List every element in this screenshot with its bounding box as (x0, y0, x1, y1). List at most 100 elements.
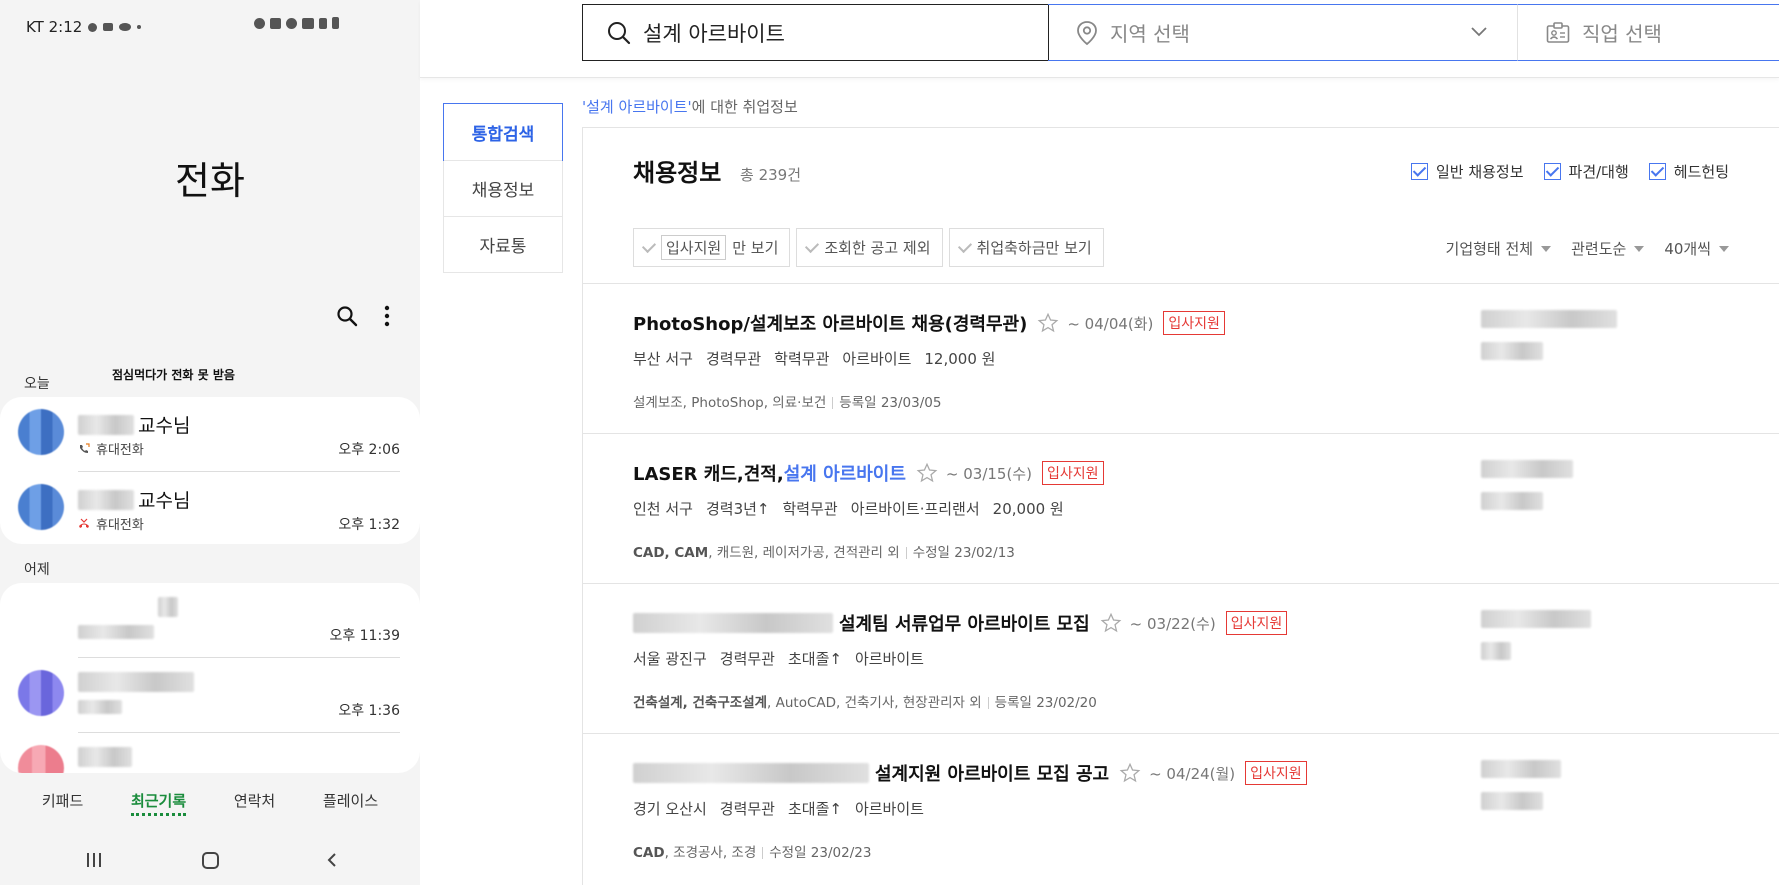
apply-badge[interactable]: 입사지원 (1041, 461, 1104, 485)
status-time: KT 2:12 (26, 18, 83, 36)
id-card-icon (1546, 21, 1570, 43)
call-log-item[interactable] (0, 733, 420, 773)
star-icon[interactable] (1037, 312, 1059, 334)
blurred-name (78, 672, 194, 692)
job-title[interactable]: PhotoShop/설계보조 아르바이트 채용(경력무관) (633, 310, 1027, 336)
job-title[interactable]: 설계팀 서류업무 아르바이트 모집 (839, 610, 1090, 636)
nav-integrated-search[interactable]: 통합검색 (443, 103, 563, 161)
job-title[interactable]: LASER 캐드,견적,설계 아르바이트 (633, 460, 906, 486)
job-meta: 경기 오산시 경력무관 초대졸↑ 아르바이트 (633, 800, 924, 818)
job-listing: 설계지원 아르바이트 모집 공고 ~ 04/24(월) 입사지원 경기 오산시 … (583, 733, 1779, 867)
avatar (18, 409, 64, 455)
apply-badge[interactable]: 입사지원 (1163, 311, 1225, 335)
caller-name (78, 747, 132, 767)
sort-controls: 기업형태 전체 관련도순 40개씩 (1446, 238, 1729, 259)
star-icon[interactable] (1119, 762, 1141, 784)
job-title-row: LASER 캐드,견적,설계 아르바이트 ~ 03/15(수) 입사지원 (633, 460, 1104, 486)
checkbox-checked-icon (1648, 163, 1666, 180)
star-icon[interactable] (1100, 612, 1122, 634)
tab-recents[interactable]: 최근기록 (130, 790, 187, 816)
caption-keyword[interactable]: '설계 아르바이트' (582, 98, 692, 116)
job-listing: PhotoShop/설계보조 아르바이트 채용(경력무관) ~ 04/04(화)… (583, 283, 1779, 417)
page-size-dropdown[interactable]: 40개씩 (1664, 238, 1729, 259)
call-log-item[interactable]: 교수님 휴대전화 오후 2:06 (0, 397, 420, 472)
job-tags: CAD, 조경공사, 조경 수정일 23/02/23 (633, 845, 872, 861)
call-time: 오후 2:06 (338, 442, 400, 458)
sort-order-dropdown[interactable]: 관련도순 (1571, 238, 1645, 259)
job-title-row: 설계지원 아르바이트 모집 공고 ~ 04/24(월) 입사지원 (633, 760, 1307, 786)
blurred-company-tag (1481, 642, 1511, 660)
blurred-type (78, 700, 122, 714)
chevron-down-icon (1471, 27, 1487, 37)
job-title-row: PhotoShop/설계보조 아르바이트 채용(경력무관) ~ 04/04(화)… (633, 310, 1225, 336)
job-title-row: 설계팀 서류업무 아르바이트 모집 ~ 03/22(수) 입사지원 (633, 610, 1288, 636)
call-log-item[interactable]: 오후 1:36 (0, 658, 420, 733)
job-tags: CAD, CAM, 캐드원, 레이저가공, 견적관리 외 수정일 23/02/13 (633, 545, 1015, 561)
job-meta: 부산 서구 경력무관 학력무관 아르바이트 12,000 원 (633, 350, 996, 368)
job-type-checkboxes: 일반 채용정보 파견/대행 헤드헌팅 (1410, 161, 1729, 182)
filter-buttons: 입사지원 만 보기 조회한 공고 제외 취업축하금만 보기 (633, 228, 1104, 267)
company-info[interactable] (1481, 758, 1681, 838)
call-time: 오후 1:36 (338, 703, 400, 719)
missed-call-note: 점심먹다가 전화 못 받음 (112, 368, 235, 382)
company-type-dropdown[interactable]: 기업형태 전체 (1446, 238, 1552, 259)
missed-call-icon (79, 518, 89, 528)
job-meta: 서울 광진구 경력무관 초대졸↑ 아르바이트 (633, 650, 924, 668)
recent-apps-icon[interactable] (87, 853, 101, 867)
star-icon[interactable] (916, 462, 938, 484)
more-options-icon[interactable] (384, 305, 390, 327)
call-log-item[interactable]: 교수님 휴대전화 오후 1:32 (0, 472, 420, 547)
blurred-name (158, 597, 178, 617)
job-meta: 인천 서구 경력3년↑ 학력무관 아르바이트·프리랜서 20,000 원 (633, 500, 1064, 518)
avatar (18, 670, 64, 716)
checkbox-headhunting[interactable]: 헤드헌팅 (1648, 161, 1729, 182)
phone-screen: KT 2:12 전화 오늘 점심먹다가 전화 못 받음 교수님 휴대전화 오후 … (0, 0, 420, 885)
blurred-type (78, 625, 154, 639)
job-tags: 설계보조, PhotoShop, 의료·보건 등록일 23/03/05 (633, 395, 942, 411)
call-log-item[interactable]: 오후 11:39 (0, 583, 420, 658)
job-search-page: 설계 아르바이트 지역 선택 직업 선택 통합검색 채용정보 자료통 '설계 아… (420, 0, 1779, 885)
results-title: 채용정보 (633, 159, 722, 187)
avatar (18, 484, 64, 530)
deadline: ~ 04/24(월) (1149, 764, 1236, 783)
tab-places[interactable]: 플레이스 (323, 790, 378, 816)
check-icon (957, 238, 972, 253)
apply-badge[interactable]: 입사지원 (1245, 761, 1307, 785)
company-info[interactable] (1481, 458, 1681, 538)
tab-contacts[interactable]: 연락처 (234, 790, 275, 816)
search-icon[interactable] (336, 305, 358, 327)
nav-resources[interactable]: 자료통 (444, 216, 562, 272)
filter-exclude-viewed[interactable]: 조회한 공고 제외 (796, 228, 943, 267)
call-time: 오후 1:32 (338, 517, 400, 533)
company-info[interactable] (1481, 308, 1681, 388)
deadline: ~ 03/22(수) (1129, 614, 1216, 633)
blurred-company-name (1481, 460, 1573, 478)
keyword-search-input[interactable]: 설계 아르바이트 (582, 4, 1049, 61)
caller-type (78, 700, 122, 714)
job-title[interactable]: 설계지원 아르바이트 모집 공고 (875, 760, 1109, 786)
company-info[interactable] (1481, 608, 1681, 688)
back-icon[interactable] (324, 852, 340, 868)
caller-name: 교수님 (78, 411, 190, 438)
signal-icon (319, 17, 327, 29)
region-select[interactable]: 지역 선택 (1048, 4, 1518, 61)
home-icon[interactable] (202, 852, 219, 869)
notification-icon (88, 22, 98, 32)
blurred-company-name (1481, 610, 1591, 628)
filter-apply-only[interactable]: 입사지원 만 보기 (633, 228, 791, 267)
nav-job-info[interactable]: 채용정보 (444, 160, 562, 216)
filter-bonus-only[interactable]: 취업축하금만 보기 (948, 228, 1104, 267)
checkbox-dispatch[interactable]: 파견/대행 (1543, 161, 1629, 182)
blurred-company-prefix (633, 763, 869, 783)
job-listing: LASER 캐드,견적,설계 아르바이트 ~ 03/15(수) 입사지원 인천 … (583, 433, 1779, 567)
checkbox-checked-icon (1543, 163, 1561, 180)
job-listing: 설계팀 서류업무 아르바이트 모집 ~ 03/22(수) 입사지원 서울 광진구… (583, 583, 1779, 717)
tab-keypad[interactable]: 키패드 (42, 790, 83, 816)
checkbox-general[interactable]: 일반 채용정보 (1410, 161, 1524, 182)
search-header: 설계 아르바이트 지역 선택 직업 선택 (420, 0, 1779, 78)
blurred-company-prefix (633, 613, 833, 633)
apply-badge[interactable]: 입사지원 (1225, 611, 1288, 635)
section-yesterday: 어제 (24, 562, 50, 578)
job-select[interactable]: 직업 선택 (1517, 4, 1779, 61)
search-icon (608, 21, 631, 44)
